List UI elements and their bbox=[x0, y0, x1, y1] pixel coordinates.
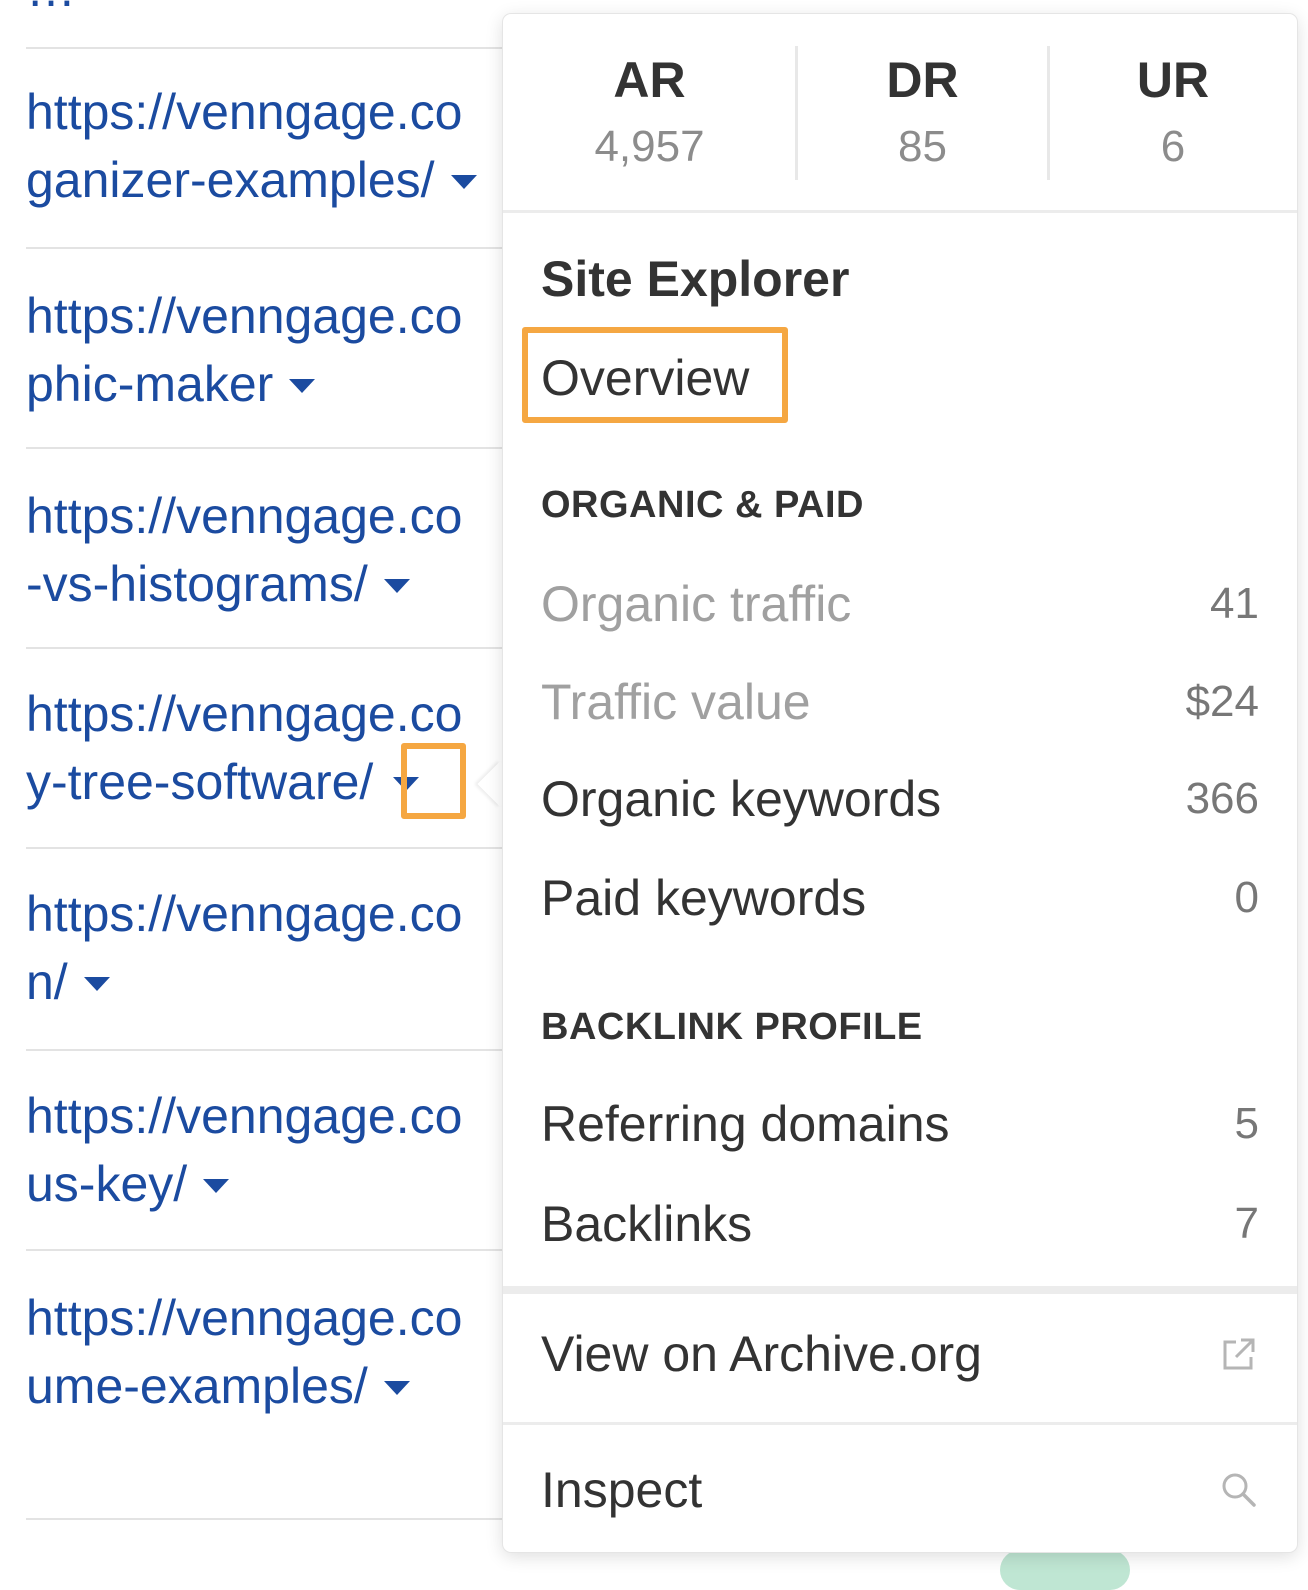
menu-item-label: Traffic value bbox=[541, 674, 811, 730]
search-icon bbox=[1222, 1473, 1256, 1507]
url-link-line2[interactable]: n/ bbox=[26, 948, 504, 1016]
menu-item-archive[interactable]: View on Archive.org bbox=[541, 1324, 1259, 1384]
url-link-line2[interactable]: us-key/ bbox=[26, 1150, 504, 1218]
url-actions-popover: AR 4,957 DR 85 UR 6 Site Explorer Overvi… bbox=[503, 14, 1297, 1552]
row-divider bbox=[26, 1249, 506, 1251]
url-link-line1[interactable]: https://venngage.co bbox=[26, 78, 504, 146]
url-link-line1[interactable]: https://venngage.co bbox=[26, 880, 504, 948]
metric-dr: DR 85 bbox=[796, 14, 1049, 210]
menu-item-organic-keywords[interactable]: Organic keywords 366 bbox=[541, 769, 1259, 829]
metric-value: 85 bbox=[898, 122, 947, 171]
metrics-header: AR 4,957 DR 85 UR 6 bbox=[503, 14, 1297, 210]
url-link-line2-text[interactable]: ganizer-examples/ bbox=[26, 152, 435, 208]
metric-label: UR bbox=[1136, 52, 1210, 108]
url-link-line1[interactable]: https://venngage.co bbox=[26, 1082, 504, 1150]
menu-item-label: Organic keywords bbox=[541, 771, 942, 827]
url-row[interactable]: https://venngage.co ganizer-examples/ bbox=[26, 78, 504, 214]
menu-item-organic-traffic: Organic traffic 41 bbox=[541, 574, 1259, 634]
row-divider bbox=[26, 847, 506, 849]
menu-item-label: Organic traffic bbox=[541, 576, 852, 632]
url-link-line1[interactable]: https://venngage.co bbox=[26, 1284, 504, 1352]
metric-divider bbox=[795, 46, 798, 180]
row-divider bbox=[26, 247, 506, 249]
section-divider bbox=[503, 1422, 1297, 1425]
caret-down-icon[interactable] bbox=[203, 1178, 230, 1193]
metric-ur: UR 6 bbox=[1049, 14, 1297, 210]
partial-url-text: … bbox=[26, 0, 76, 18]
menu-item-traffic-value: Traffic value $24 bbox=[541, 672, 1259, 732]
url-row[interactable]: https://venngage.co -vs-histograms/ bbox=[26, 482, 504, 618]
status-badge bbox=[1000, 1550, 1130, 1590]
metric-label: AR bbox=[613, 52, 686, 108]
menu-item-value: 7 bbox=[1234, 1199, 1259, 1248]
url-row[interactable]: https://venngage.co n/ bbox=[26, 880, 504, 1016]
dropdown-trigger-highlight[interactable] bbox=[401, 743, 466, 819]
site-explorer-title: Site Explorer bbox=[541, 251, 850, 307]
metric-value: 4,957 bbox=[594, 122, 705, 171]
url-link-line2[interactable]: ganizer-examples/ bbox=[26, 146, 504, 214]
menu-item-value: 41 bbox=[1210, 579, 1259, 628]
url-row[interactable]: https://venngage.co us-key/ bbox=[26, 1082, 504, 1218]
url-link-line2[interactable]: ume-examples/ bbox=[26, 1352, 504, 1420]
url-link-line2-text[interactable]: ume-examples/ bbox=[26, 1358, 368, 1414]
menu-item-value: 5 bbox=[1234, 1099, 1259, 1148]
url-row[interactable]: https://venngage.co ume-examples/ bbox=[26, 1284, 504, 1420]
organic-paid-heading: ORGANIC & PAID bbox=[541, 484, 864, 526]
menu-item-referring-domains[interactable]: Referring domains 5 bbox=[541, 1094, 1259, 1154]
metric-label: DR bbox=[886, 52, 959, 108]
url-link-line2-text[interactable]: phic-maker bbox=[26, 356, 273, 412]
menu-item-label: Paid keywords bbox=[541, 870, 867, 926]
url-link-line2-text[interactable]: -vs-histograms/ bbox=[26, 556, 368, 612]
metric-value: 6 bbox=[1160, 122, 1186, 171]
caret-down-icon[interactable] bbox=[450, 174, 477, 189]
caret-down-icon[interactable] bbox=[83, 976, 110, 991]
menu-item-label: Backlinks bbox=[541, 1196, 753, 1252]
url-link-line2[interactable]: phic-maker bbox=[26, 350, 504, 418]
metric-ar: AR 4,957 bbox=[503, 14, 796, 210]
menu-item-paid-keywords[interactable]: Paid keywords 0 bbox=[541, 868, 1259, 928]
url-row[interactable]: https://venngage.co phic-maker bbox=[26, 282, 504, 418]
menu-item-value: 366 bbox=[1185, 774, 1259, 823]
url-link-line2-text[interactable]: y-tree-software/ bbox=[26, 754, 373, 810]
menu-item-label: View on Archive.org bbox=[541, 1326, 982, 1382]
menu-item-value: 0 bbox=[1234, 873, 1259, 922]
section-divider bbox=[503, 210, 1297, 213]
menu-item-value: $24 bbox=[1185, 677, 1259, 726]
url-link-line1[interactable]: https://venngage.co bbox=[26, 680, 504, 748]
row-divider bbox=[26, 447, 506, 449]
row-divider bbox=[26, 1518, 506, 1520]
row-divider bbox=[26, 47, 506, 49]
url-link-line2-text[interactable]: n/ bbox=[26, 954, 68, 1010]
caret-down-icon[interactable] bbox=[383, 1380, 410, 1395]
menu-item-inspect[interactable]: Inspect bbox=[541, 1460, 1259, 1520]
url-link-line1[interactable]: https://venngage.co bbox=[26, 482, 504, 550]
overview-link[interactable]: Overview bbox=[541, 348, 749, 408]
url-link-line1[interactable]: https://venngage.co bbox=[26, 282, 504, 350]
menu-item-label: Referring domains bbox=[541, 1096, 950, 1152]
metric-divider bbox=[1047, 46, 1050, 180]
caret-down-icon[interactable] bbox=[383, 578, 410, 593]
row-divider bbox=[26, 647, 506, 649]
url-link-line2[interactable]: -vs-histograms/ bbox=[26, 550, 504, 618]
row-divider bbox=[26, 1049, 506, 1051]
url-link-line2-text[interactable]: us-key/ bbox=[26, 1156, 187, 1212]
backlink-profile-heading: BACKLINK PROFILE bbox=[541, 1006, 923, 1048]
menu-item-backlinks[interactable]: Backlinks 7 bbox=[541, 1194, 1259, 1254]
external-link-icon bbox=[1223, 1338, 1255, 1370]
caret-down-icon[interactable] bbox=[289, 378, 316, 393]
section-divider bbox=[503, 1286, 1297, 1294]
menu-item-label: Inspect bbox=[541, 1462, 703, 1518]
